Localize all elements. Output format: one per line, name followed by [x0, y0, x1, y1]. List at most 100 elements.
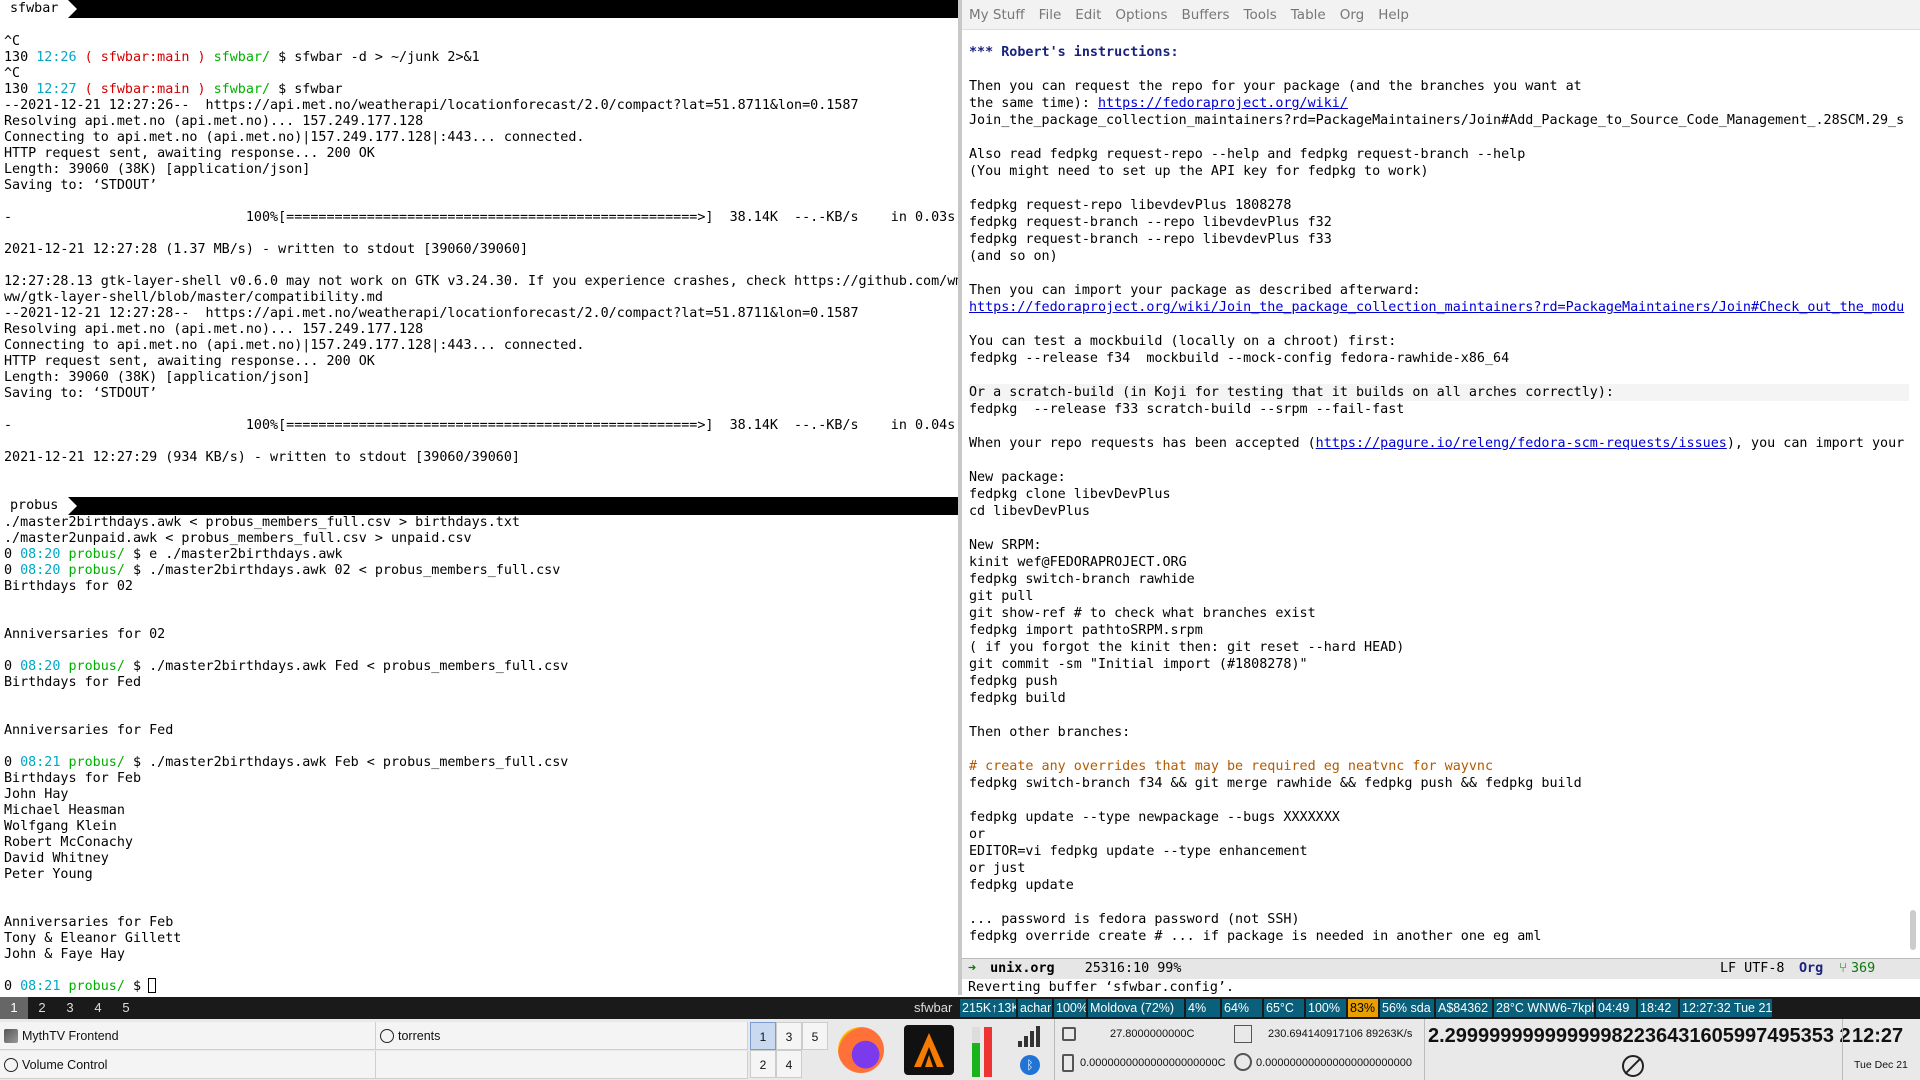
bluetooth-icon[interactable]: ᛒ — [1020, 1055, 1040, 1075]
hyperlink[interactable]: https://pagure.io/releng/fedora-scm-requ… — [1316, 436, 1727, 451]
status-module[interactable]: 83% — [1348, 999, 1378, 1017]
mode-line-major-mode[interactable]: Org — [1799, 959, 1823, 979]
workspace-2[interactable]: 2 — [28, 997, 56, 1019]
menu-item-file[interactable]: File — [1039, 7, 1062, 23]
workspace-4[interactable]: 4 — [84, 997, 112, 1019]
clock-time[interactable]: 12:27 — [1852, 1025, 1903, 1048]
text-line: kinit wef@FEDORAPROJECT.ORG — [969, 554, 1920, 571]
pager-desktop-4[interactable]: 4 — [776, 1050, 802, 1078]
text-segment: or just — [969, 861, 1026, 876]
alacritty-icon[interactable] — [904, 1025, 954, 1075]
text-segment: Then you can import your package as desc… — [969, 283, 1421, 298]
status-module[interactable]: 28°C WNW6-7kph — [1494, 999, 1594, 1017]
pager-desktop-5[interactable]: 5 — [802, 1022, 828, 1050]
text-segment: Then you can request the repo for your p… — [969, 79, 1582, 94]
text-line: Anniversaries for Feb — [0, 915, 958, 931]
menu-item-table[interactable]: Table — [1291, 7, 1326, 23]
emacs-buffer[interactable]: *** Robert's instructions: Then you can r… — [962, 30, 1920, 960]
terminal-tab-sfwbar[interactable]: sfwbar — [0, 0, 78, 18]
text-segment: 12:26 — [36, 50, 77, 65]
status-module[interactable]: 215K↑13K — [960, 999, 1016, 1017]
text-segment: ( sfwbar:main ) — [76, 50, 214, 65]
emacs-scrollbar[interactable] — [1910, 910, 1916, 950]
text-line — [969, 894, 1920, 911]
text-segment: ^C — [4, 34, 21, 49]
text-line: Tony & Eleanor Gillett — [0, 931, 958, 947]
menu-item-org[interactable]: Org — [1340, 7, 1365, 23]
terminal-tab-probus[interactable]: probus — [0, 497, 78, 515]
text-segment: Saving to: ‘STDOUT’ — [4, 386, 158, 401]
hyperlink[interactable]: https://fedoraproject.org/wiki/ — [1098, 96, 1348, 111]
status-module[interactable]: 100% — [1306, 999, 1346, 1017]
text-line: fedpkg push — [969, 673, 1920, 690]
status-module[interactable]: 56% sda — [1380, 999, 1434, 1017]
text-segment: 0 — [4, 659, 21, 674]
text-line: or just — [969, 860, 1920, 877]
text-segment: $ ./master2birthdays.awk Fed < probus_me… — [124, 659, 569, 674]
text-line: Join_the_package_collection_maintainers?… — [969, 112, 1920, 129]
text-line — [969, 180, 1920, 197]
text-segment: $ ./master2birthdays.awk Feb < probus_me… — [124, 755, 569, 770]
task-label: torrents — [398, 1029, 441, 1043]
text-line: ./master2birthdays.awk < probus_members_… — [0, 515, 958, 531]
text-segment: Connecting to api.met.no (api.met.no)|15… — [4, 130, 585, 145]
menu-item-help[interactable]: Help — [1378, 7, 1409, 23]
text-line — [0, 194, 958, 210]
task-torrents[interactable]: torrents — [376, 1022, 748, 1050]
text-line: ww/gtk-layer-shell/blob/master/compatibi… — [0, 290, 958, 306]
status-module[interactable]: Moldova (72%) — [1088, 999, 1184, 1017]
text-line: the same time): https://fedoraproject.or… — [969, 95, 1920, 112]
task-label: MythTV Frontend — [22, 1029, 119, 1043]
pager-desktop-1[interactable]: 1 — [750, 1022, 776, 1050]
network-bars-icon — [1018, 1025, 1042, 1047]
text-line: fedpkg --release f34 mockbuild --mock-co… — [969, 350, 1920, 367]
text-segment: probus/ — [60, 659, 125, 674]
status-module[interactable]: achar — [1018, 999, 1052, 1017]
emacs-echo-area: Reverting buffer ‘sfwbar.config’. — [968, 980, 1235, 995]
task-volume-control[interactable]: Volume Control — [0, 1051, 376, 1079]
status-module[interactable]: 100% — [1054, 999, 1086, 1017]
status-module[interactable]: 12:27:32 Tue 21 — [1680, 999, 1772, 1017]
hyperlink[interactable]: https://fedoraproject.org/wiki/Join_the_… — [969, 300, 1904, 315]
pager-desktop-2[interactable]: 2 — [750, 1050, 776, 1078]
network-tree-icon — [1234, 1025, 1252, 1043]
mode-line-buffer-name[interactable]: unix.org — [990, 961, 1055, 976]
workspace-1[interactable]: 1 — [0, 997, 28, 1019]
emacs-menu-bar: My Stuff File Edit Options Buffers Tools Table… — [962, 0, 1920, 30]
menu-item-options[interactable]: Options — [1115, 7, 1167, 23]
text-segment: kinit wef@FEDORAPROJECT.ORG — [969, 555, 1187, 570]
task-mythtv[interactable]: MythTV Frontend — [0, 1022, 376, 1050]
status-module[interactable]: 64% — [1222, 999, 1262, 1017]
menu-item-tools[interactable]: Tools — [1244, 7, 1277, 23]
text-segment: cd libevDevPlus — [969, 504, 1090, 519]
text-line: fedpkg build — [969, 690, 1920, 707]
text-segment: - 100%[=================================… — [4, 418, 956, 433]
text-segment: 0 — [4, 979, 21, 994]
workspace-5[interactable]: 5 — [112, 997, 140, 1019]
workspace-3[interactable]: 3 — [56, 997, 84, 1019]
status-module[interactable]: 65°C — [1264, 999, 1304, 1017]
menu-item-my-stuff[interactable]: My Stuff — [969, 7, 1025, 23]
text-segment: # create any overrides that may be requi… — [969, 759, 1494, 774]
text-segment: git show-ref # to check what branches ex… — [969, 606, 1316, 621]
text-line: John Hay — [0, 787, 958, 803]
terminal-probus[interactable]: probus ./master2birthdays.awk < probus_m… — [0, 497, 958, 995]
text-line: fedpkg request-branch --repo libevdevPlu… — [969, 231, 1920, 248]
emacs-window[interactable]: My Stuff File Edit Options Buffers Tools Table… — [962, 0, 1920, 995]
text-segment: EDITOR=vi fedpkg update --type enhanceme… — [969, 844, 1308, 859]
text-line: Anniversaries for 02 — [0, 627, 958, 643]
menu-item-buffers[interactable]: Buffers — [1182, 7, 1230, 23]
menu-item-edit[interactable]: Edit — [1075, 7, 1101, 23]
firefox-icon[interactable] — [838, 1027, 884, 1073]
text-segment: 08:20 — [20, 547, 61, 562]
separator — [1054, 1019, 1055, 1080]
status-module[interactable]: 4% — [1186, 999, 1220, 1017]
text-line: Then you can request the repo for your p… — [969, 78, 1920, 95]
pager-desktop-3[interactable]: 3 — [776, 1022, 802, 1050]
status-module[interactable]: A$84362 — [1436, 999, 1492, 1017]
status-module[interactable]: 04:49 — [1596, 999, 1636, 1017]
text-line: git commit -sm "Initial import (#1808278… — [969, 656, 1920, 673]
text-segment: Wolfgang Klein — [4, 819, 117, 834]
status-module[interactable]: 18:42 — [1638, 999, 1678, 1017]
terminal-sfwbar[interactable]: sfwbar ^C 130 12:26 ( sfwbar:main ) sfwba… — [0, 0, 958, 497]
